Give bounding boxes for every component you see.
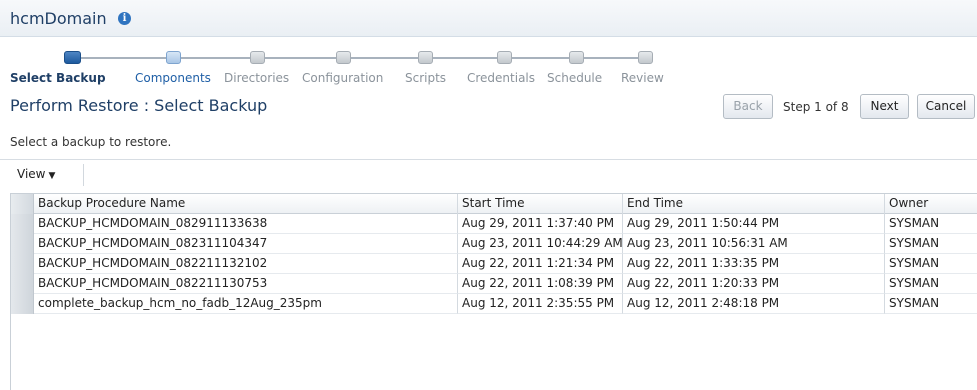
header-selector bbox=[11, 194, 34, 214]
train-stop-scripts bbox=[418, 51, 433, 64]
cancel-button[interactable]: Cancel bbox=[917, 94, 975, 119]
cell-backup-name: complete_backup_hcm_no_fadb_12Aug_235pm bbox=[34, 294, 458, 314]
column-header-owner[interactable]: Owner bbox=[885, 194, 977, 214]
train-stop-review bbox=[638, 51, 653, 64]
info-icon[interactable]: i bbox=[118, 12, 131, 25]
train-label-directories: Directories bbox=[224, 71, 290, 85]
train-stop-select-backup[interactable] bbox=[64, 51, 81, 64]
cell-backup-name: BACKUP_HCMDOMAIN_082311104347 bbox=[34, 234, 458, 254]
column-header-end-time[interactable]: End Time bbox=[623, 194, 885, 214]
view-menu-label: View bbox=[17, 167, 46, 181]
step-indicator: Step 1 of 8 bbox=[783, 100, 849, 114]
train-stop-configuration bbox=[336, 51, 351, 64]
train-label-scripts: Scripts bbox=[405, 71, 447, 85]
cell-backup-name: BACKUP_HCMDOMAIN_082211130753 bbox=[34, 274, 458, 294]
toolbar-divider bbox=[83, 164, 84, 186]
page-title: Perform Restore : Select Backup bbox=[10, 96, 268, 115]
table-toolbar: View ▼ bbox=[10, 161, 977, 189]
wizard-train: Select Backup Components Directories Con… bbox=[0, 48, 700, 88]
cell-start-time: Aug 29, 2011 1:37:40 PM bbox=[458, 214, 623, 234]
cell-owner: SYSMAN bbox=[885, 234, 977, 254]
cell-start-time: Aug 23, 2011 10:44:29 AM bbox=[458, 234, 623, 254]
cell-end-time: Aug 12, 2011 2:48:18 PM bbox=[623, 294, 885, 314]
toolbar-separator bbox=[0, 159, 977, 160]
table-row[interactable]: BACKUP_HCMDOMAIN_082211130753 Aug 22, 20… bbox=[11, 274, 977, 294]
column-header-name[interactable]: Backup Procedure Name bbox=[34, 194, 458, 214]
chevron-down-icon: ▼ bbox=[48, 171, 56, 181]
cell-owner: SYSMAN bbox=[885, 294, 977, 314]
cell-start-time: Aug 22, 2011 1:08:39 PM bbox=[458, 274, 623, 294]
backup-table: Backup Procedure Name Start Time End Tim… bbox=[10, 193, 977, 390]
cell-start-time: Aug 22, 2011 1:21:34 PM bbox=[458, 254, 623, 274]
cell-owner: SYSMAN bbox=[885, 214, 977, 234]
instruction-text: Select a backup to restore. bbox=[10, 135, 172, 149]
cell-backup-name: BACKUP_HCMDOMAIN_082911133638 bbox=[34, 214, 458, 234]
cell-start-time: Aug 12, 2011 2:35:55 PM bbox=[458, 294, 623, 314]
train-stop-directories bbox=[250, 51, 265, 64]
table-row[interactable]: BACKUP_HCMDOMAIN_082211132102 Aug 22, 20… bbox=[11, 254, 977, 274]
table-row[interactable]: complete_backup_hcm_no_fadb_12Aug_235pm … bbox=[11, 294, 977, 314]
train-connector bbox=[72, 57, 646, 59]
table-row[interactable]: BACKUP_HCMDOMAIN_082911133638 Aug 29, 20… bbox=[11, 214, 977, 234]
row-selector[interactable] bbox=[11, 274, 34, 294]
cell-end-time: Aug 22, 2011 1:33:35 PM bbox=[623, 254, 885, 274]
row-selector[interactable] bbox=[11, 234, 34, 254]
cell-owner: SYSMAN bbox=[885, 274, 977, 294]
row-selector[interactable] bbox=[11, 254, 34, 274]
train-label-credentials: Credentials bbox=[467, 71, 536, 85]
train-label-select-backup: Select Backup bbox=[10, 71, 106, 85]
train-stop-schedule bbox=[569, 51, 584, 64]
cell-backup-name: BACKUP_HCMDOMAIN_082211132102 bbox=[34, 254, 458, 274]
next-button[interactable]: Next bbox=[860, 94, 909, 119]
table-row[interactable]: BACKUP_HCMDOMAIN_082311104347 Aug 23, 20… bbox=[11, 234, 977, 254]
row-selector[interactable] bbox=[11, 294, 34, 314]
train-label-components[interactable]: Components bbox=[135, 71, 211, 85]
view-menu[interactable]: View ▼ bbox=[17, 167, 55, 181]
train-stop-credentials bbox=[497, 51, 512, 64]
cell-end-time: Aug 22, 2011 1:20:33 PM bbox=[623, 274, 885, 294]
cell-end-time: Aug 23, 2011 10:56:31 AM bbox=[623, 234, 885, 254]
train-label-schedule: Schedule bbox=[547, 71, 603, 85]
column-header-start-time[interactable]: Start Time bbox=[458, 194, 623, 214]
domain-title[interactable]: hcmDomain bbox=[10, 9, 107, 28]
back-button[interactable]: Back bbox=[723, 94, 773, 119]
header-bar: hcmDomain i bbox=[0, 0, 977, 37]
train-label-configuration: Configuration bbox=[302, 71, 384, 85]
table-header: Backup Procedure Name Start Time End Tim… bbox=[11, 194, 977, 214]
cell-owner: SYSMAN bbox=[885, 254, 977, 274]
row-selector[interactable] bbox=[11, 214, 34, 234]
cell-end-time: Aug 29, 2011 1:50:44 PM bbox=[623, 214, 885, 234]
train-stop-components[interactable] bbox=[166, 51, 181, 64]
train-label-review: Review bbox=[621, 71, 664, 85]
